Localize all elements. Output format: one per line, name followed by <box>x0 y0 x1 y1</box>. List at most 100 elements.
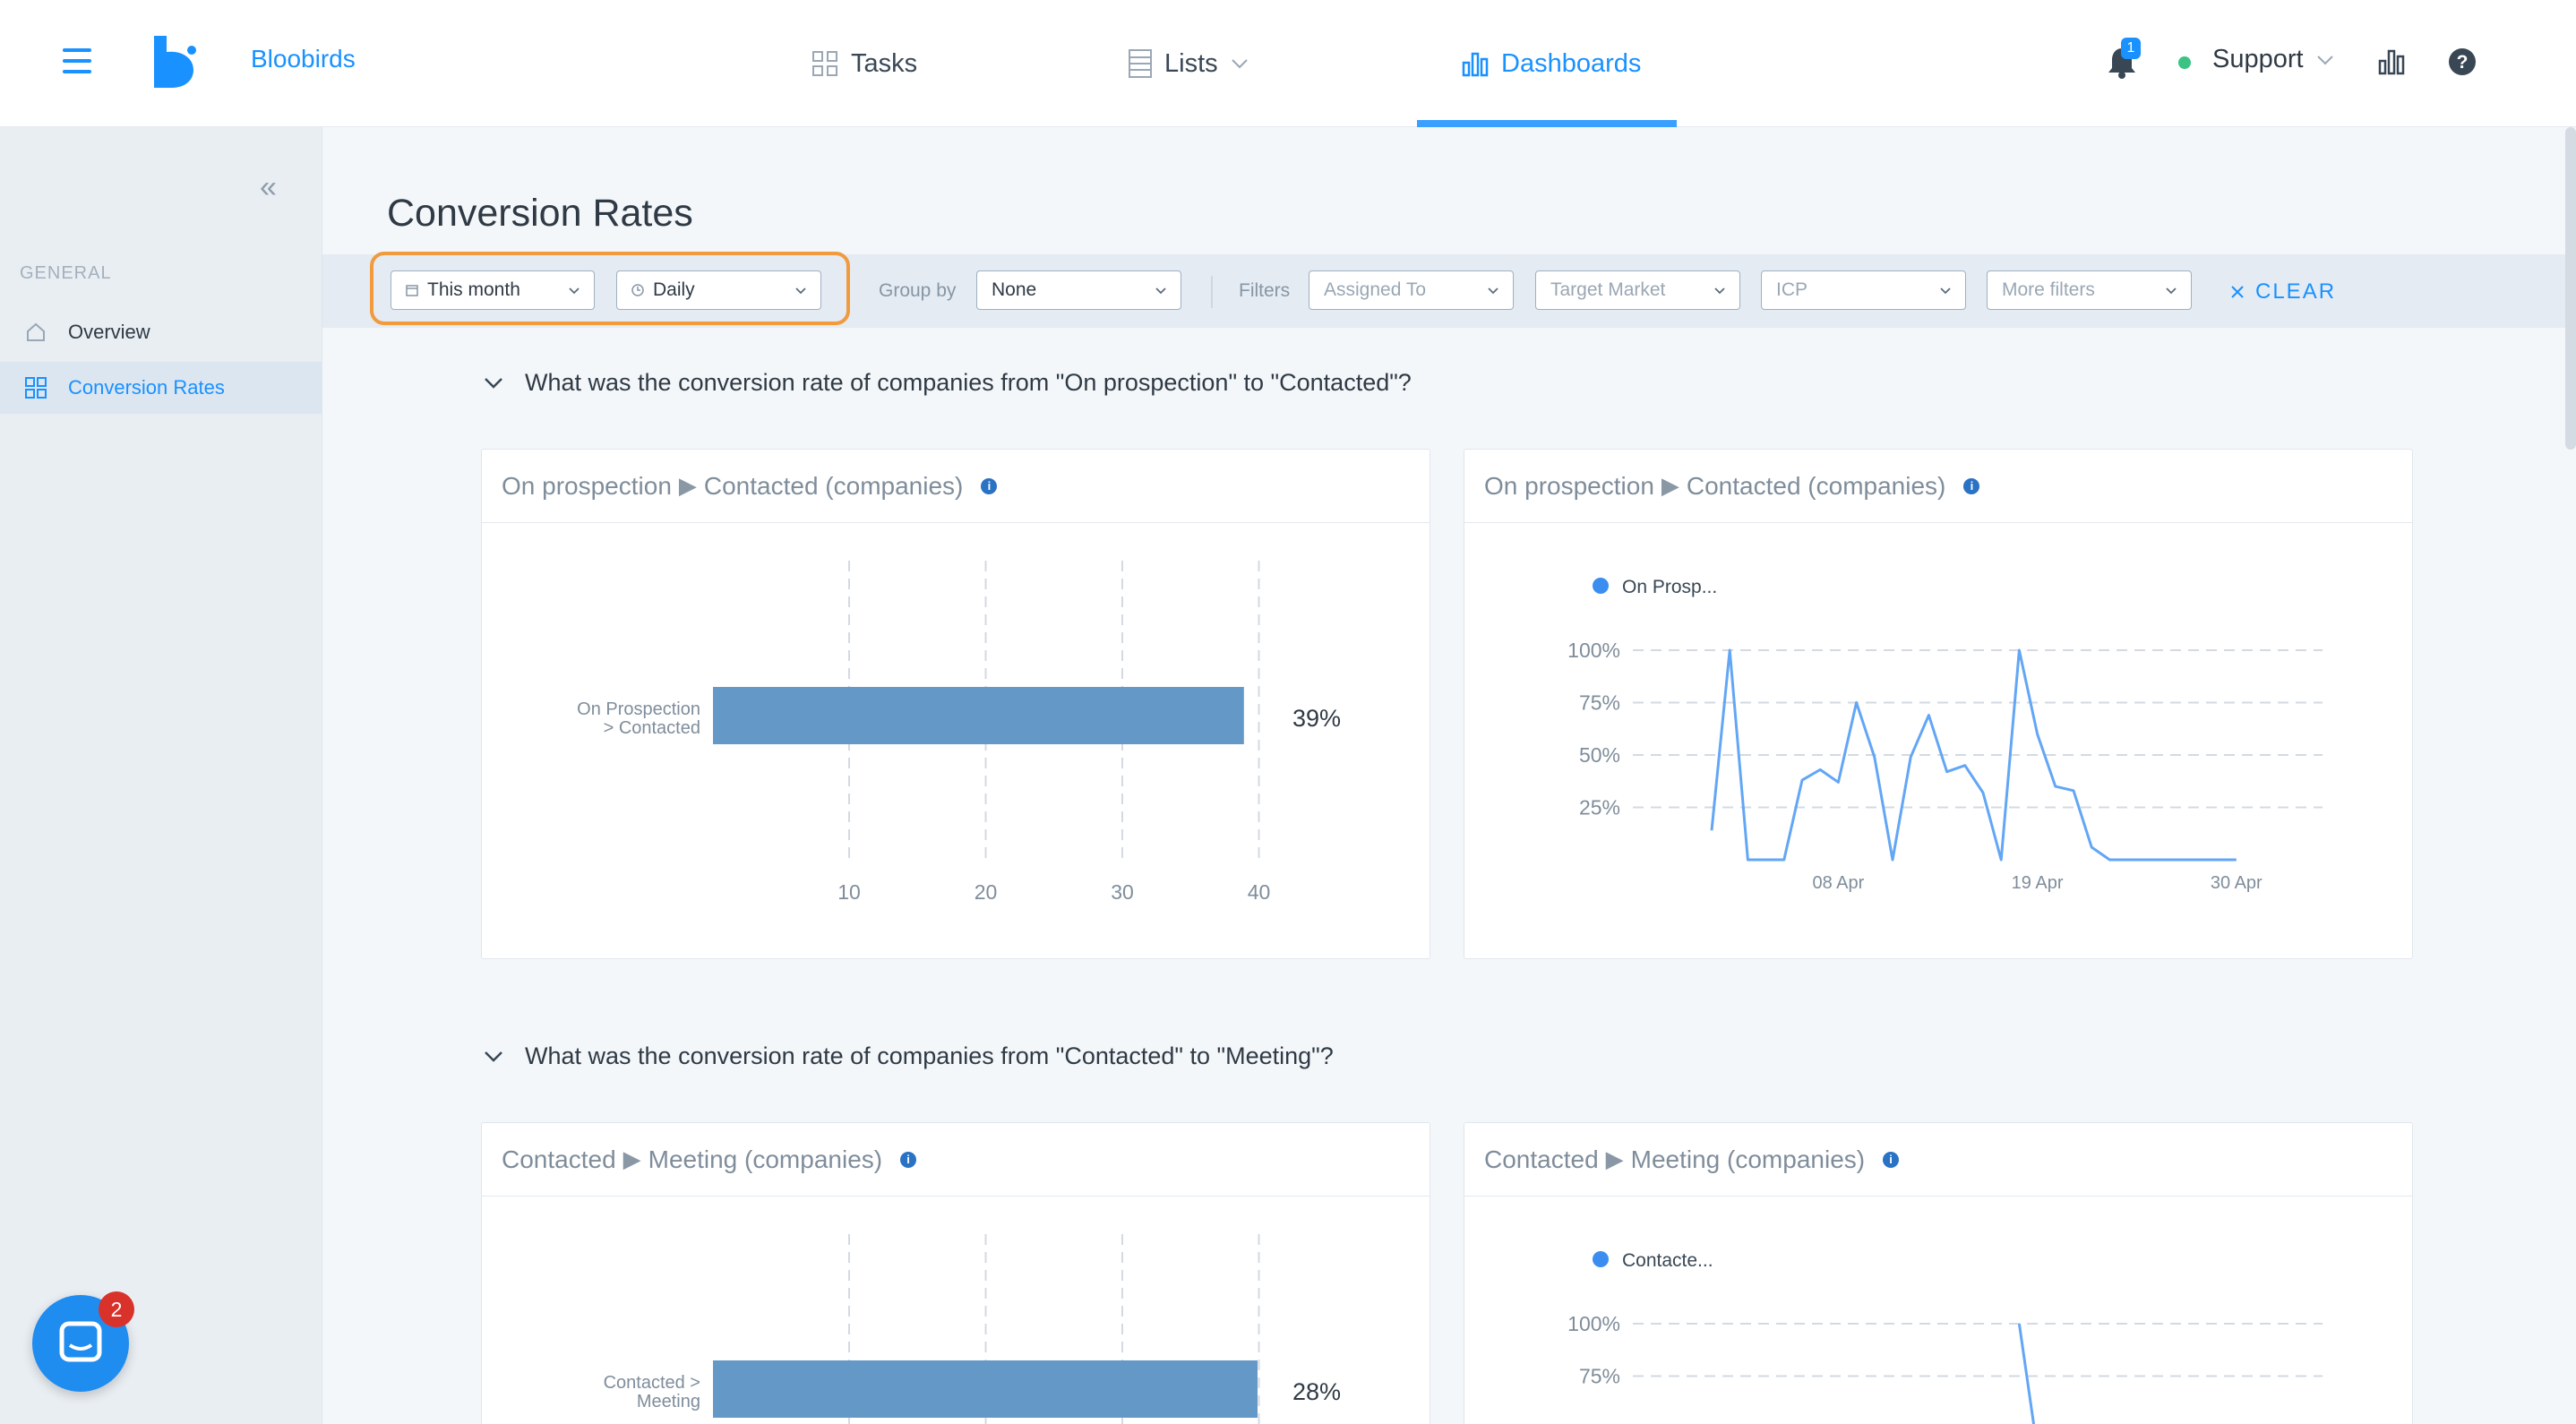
section-question-text: What was the conversion rate of companie… <box>525 369 1412 396</box>
card-title-to: Meeting (companies) <box>1630 1145 1866 1173</box>
scrollbar[interactable] <box>2565 127 2576 450</box>
user-menu-label: Support <box>2212 45 2304 73</box>
card-title-from: Contacted <box>1484 1145 1599 1173</box>
category-label: Meeting <box>637 1392 700 1411</box>
chevron-down-icon <box>485 1051 502 1062</box>
x-tick-label: 40 <box>1248 880 1271 904</box>
card-title-to: Contacted (companies) <box>703 471 964 500</box>
top-navigation-bar: Bloobirds Tasks Lists Dashboards 1 Suppo… <box>0 0 2576 127</box>
user-menu[interactable]: Support <box>2212 45 2334 74</box>
play-arrow-icon: ▶ <box>623 1145 641 1172</box>
active-tab-indicator <box>1417 120 1677 127</box>
y-tick-label: 75% <box>1579 1365 1620 1388</box>
collapse-sidebar-icon[interactable]: « <box>260 170 277 205</box>
home-icon <box>27 322 45 341</box>
chevron-down-icon <box>1714 287 1725 295</box>
divider <box>1211 276 1213 308</box>
bar-chart: Contacted >Meeting 28% <box>604 1234 1341 1424</box>
date-filters-highlight <box>370 252 850 325</box>
line-chart-card: On prospection ▶ Contacted (companies) i… <box>1464 449 2413 959</box>
y-tick-label: 25% <box>1579 796 1620 819</box>
clear-label: CLEAR <box>2255 279 2337 304</box>
section-question-text: What was the conversion rate of companie… <box>525 1042 1334 1069</box>
nav-tasks-label: Tasks <box>851 48 918 78</box>
sidebar-item-conversion-rates[interactable]: Conversion Rates <box>0 362 322 414</box>
sidebar-item-label: Conversion Rates <box>68 376 225 399</box>
legend-label: On Prosp... <box>1622 577 1717 597</box>
legend-marker <box>1593 578 1609 594</box>
bar <box>713 687 1244 744</box>
assigned-to-select[interactable]: Assigned To <box>1309 270 1514 310</box>
category-label: On Prospection <box>577 699 700 719</box>
value-label: 39% <box>1292 705 1341 732</box>
help-icon[interactable]: ? <box>2448 47 2477 76</box>
legend-marker <box>1593 1251 1609 1267</box>
bloobirds-logo[interactable] <box>150 36 197 88</box>
section-question-1[interactable]: What was the conversion rate of companie… <box>484 369 1412 397</box>
legend-label: Contacte... <box>1622 1250 1713 1271</box>
card-title: On prospection ▶ Contacted (companies) i <box>482 450 1430 523</box>
card-title: On prospection ▶ Contacted (companies) i <box>1464 450 2412 523</box>
x-tick-label: 08 Apr <box>1812 873 1864 893</box>
nav-dashboards-label: Dashboards <box>1501 48 1642 78</box>
play-arrow-icon: ▶ <box>1605 1145 1624 1172</box>
card-title-to: Contacted (companies) <box>1686 471 1946 500</box>
card-title: Contacted ▶ Meeting (companies) i <box>1464 1123 2412 1197</box>
icp-placeholder: ICP <box>1776 279 1808 300</box>
chevron-down-icon <box>2166 287 2177 295</box>
close-icon <box>2231 286 2244 298</box>
x-tick-label: 30 Apr <box>2211 873 2263 893</box>
brand-name[interactable]: Bloobirds <box>251 45 356 73</box>
bar-chart: 10 20 30 40 On Prospection> Contacted 39% <box>577 561 1341 904</box>
section-question-2[interactable]: What was the conversion rate of companie… <box>484 1042 1334 1070</box>
nav-tasks[interactable]: Tasks <box>811 0 917 127</box>
status-dot <box>2178 56 2191 69</box>
info-icon[interactable]: i <box>981 477 998 494</box>
analytics-icon[interactable] <box>2378 48 2405 75</box>
category-label: Contacted > <box>604 1373 700 1393</box>
clear-filters-button[interactable]: CLEAR <box>2230 279 2336 305</box>
x-tick-label: 20 <box>975 880 998 904</box>
more-filters-placeholder: More filters <box>2002 279 2095 300</box>
chat-badge: 2 <box>99 1291 134 1327</box>
assigned-to-placeholder: Assigned To <box>1324 279 1427 300</box>
dashboard-grid-icon <box>25 377 47 399</box>
more-filters-select[interactable]: More filters <box>1987 270 2192 310</box>
target-market-placeholder: Target Market <box>1550 279 1666 300</box>
bar <box>713 1360 1258 1418</box>
chevron-down-icon <box>1488 287 1498 295</box>
x-tick-label: 10 <box>837 880 861 904</box>
info-icon[interactable]: i <box>900 1151 917 1168</box>
value-label: 28% <box>1292 1378 1341 1405</box>
svg-text:?: ? <box>2457 52 2469 73</box>
group-by-select[interactable]: None <box>976 270 1181 310</box>
icp-select[interactable]: ICP <box>1761 270 1966 310</box>
line-chart-card: Contacted ▶ Meeting (companies) i Contac… <box>1464 1122 2413 1424</box>
bar-chart-card: On prospection ▶ Contacted (companies) i… <box>481 449 1430 959</box>
card-title-from: On prospection <box>1484 471 1654 500</box>
bar-chart-icon <box>1462 52 1489 77</box>
y-tick-label: 100% <box>1567 1312 1620 1335</box>
sidebar: « GENERAL Overview Conversion Rates <box>0 127 322 1424</box>
card-title: Contacted ▶ Meeting (companies) i <box>482 1123 1430 1197</box>
sidebar-item-label: Overview <box>68 321 150 343</box>
nav-dashboards[interactable]: Dashboards <box>1462 0 1641 127</box>
page-title: Conversion Rates <box>387 192 693 235</box>
card-title-to: Meeting (companies) <box>648 1145 883 1173</box>
category-label: > Contacted <box>604 718 700 738</box>
nav-lists[interactable]: Lists <box>1129 0 1249 127</box>
menu-icon[interactable] <box>63 48 91 75</box>
info-icon[interactable]: i <box>1883 1151 1900 1168</box>
y-tick-label: 50% <box>1579 743 1620 767</box>
x-tick-label: 30 <box>1111 880 1134 904</box>
nav-lists-label: Lists <box>1164 48 1218 78</box>
card-title-from: Contacted <box>502 1145 616 1173</box>
sidebar-item-overview[interactable]: Overview <box>0 306 322 358</box>
play-arrow-icon: ▶ <box>1661 472 1679 499</box>
line-chart: Contacte... 100% 75% <box>1567 1250 2323 1424</box>
chevron-down-icon <box>1940 287 1951 295</box>
series-line <box>2017 1323 2036 1424</box>
group-by-label: Group by <box>879 280 957 301</box>
info-icon[interactable]: i <box>1963 477 1980 494</box>
target-market-select[interactable]: Target Market <box>1535 270 1740 310</box>
